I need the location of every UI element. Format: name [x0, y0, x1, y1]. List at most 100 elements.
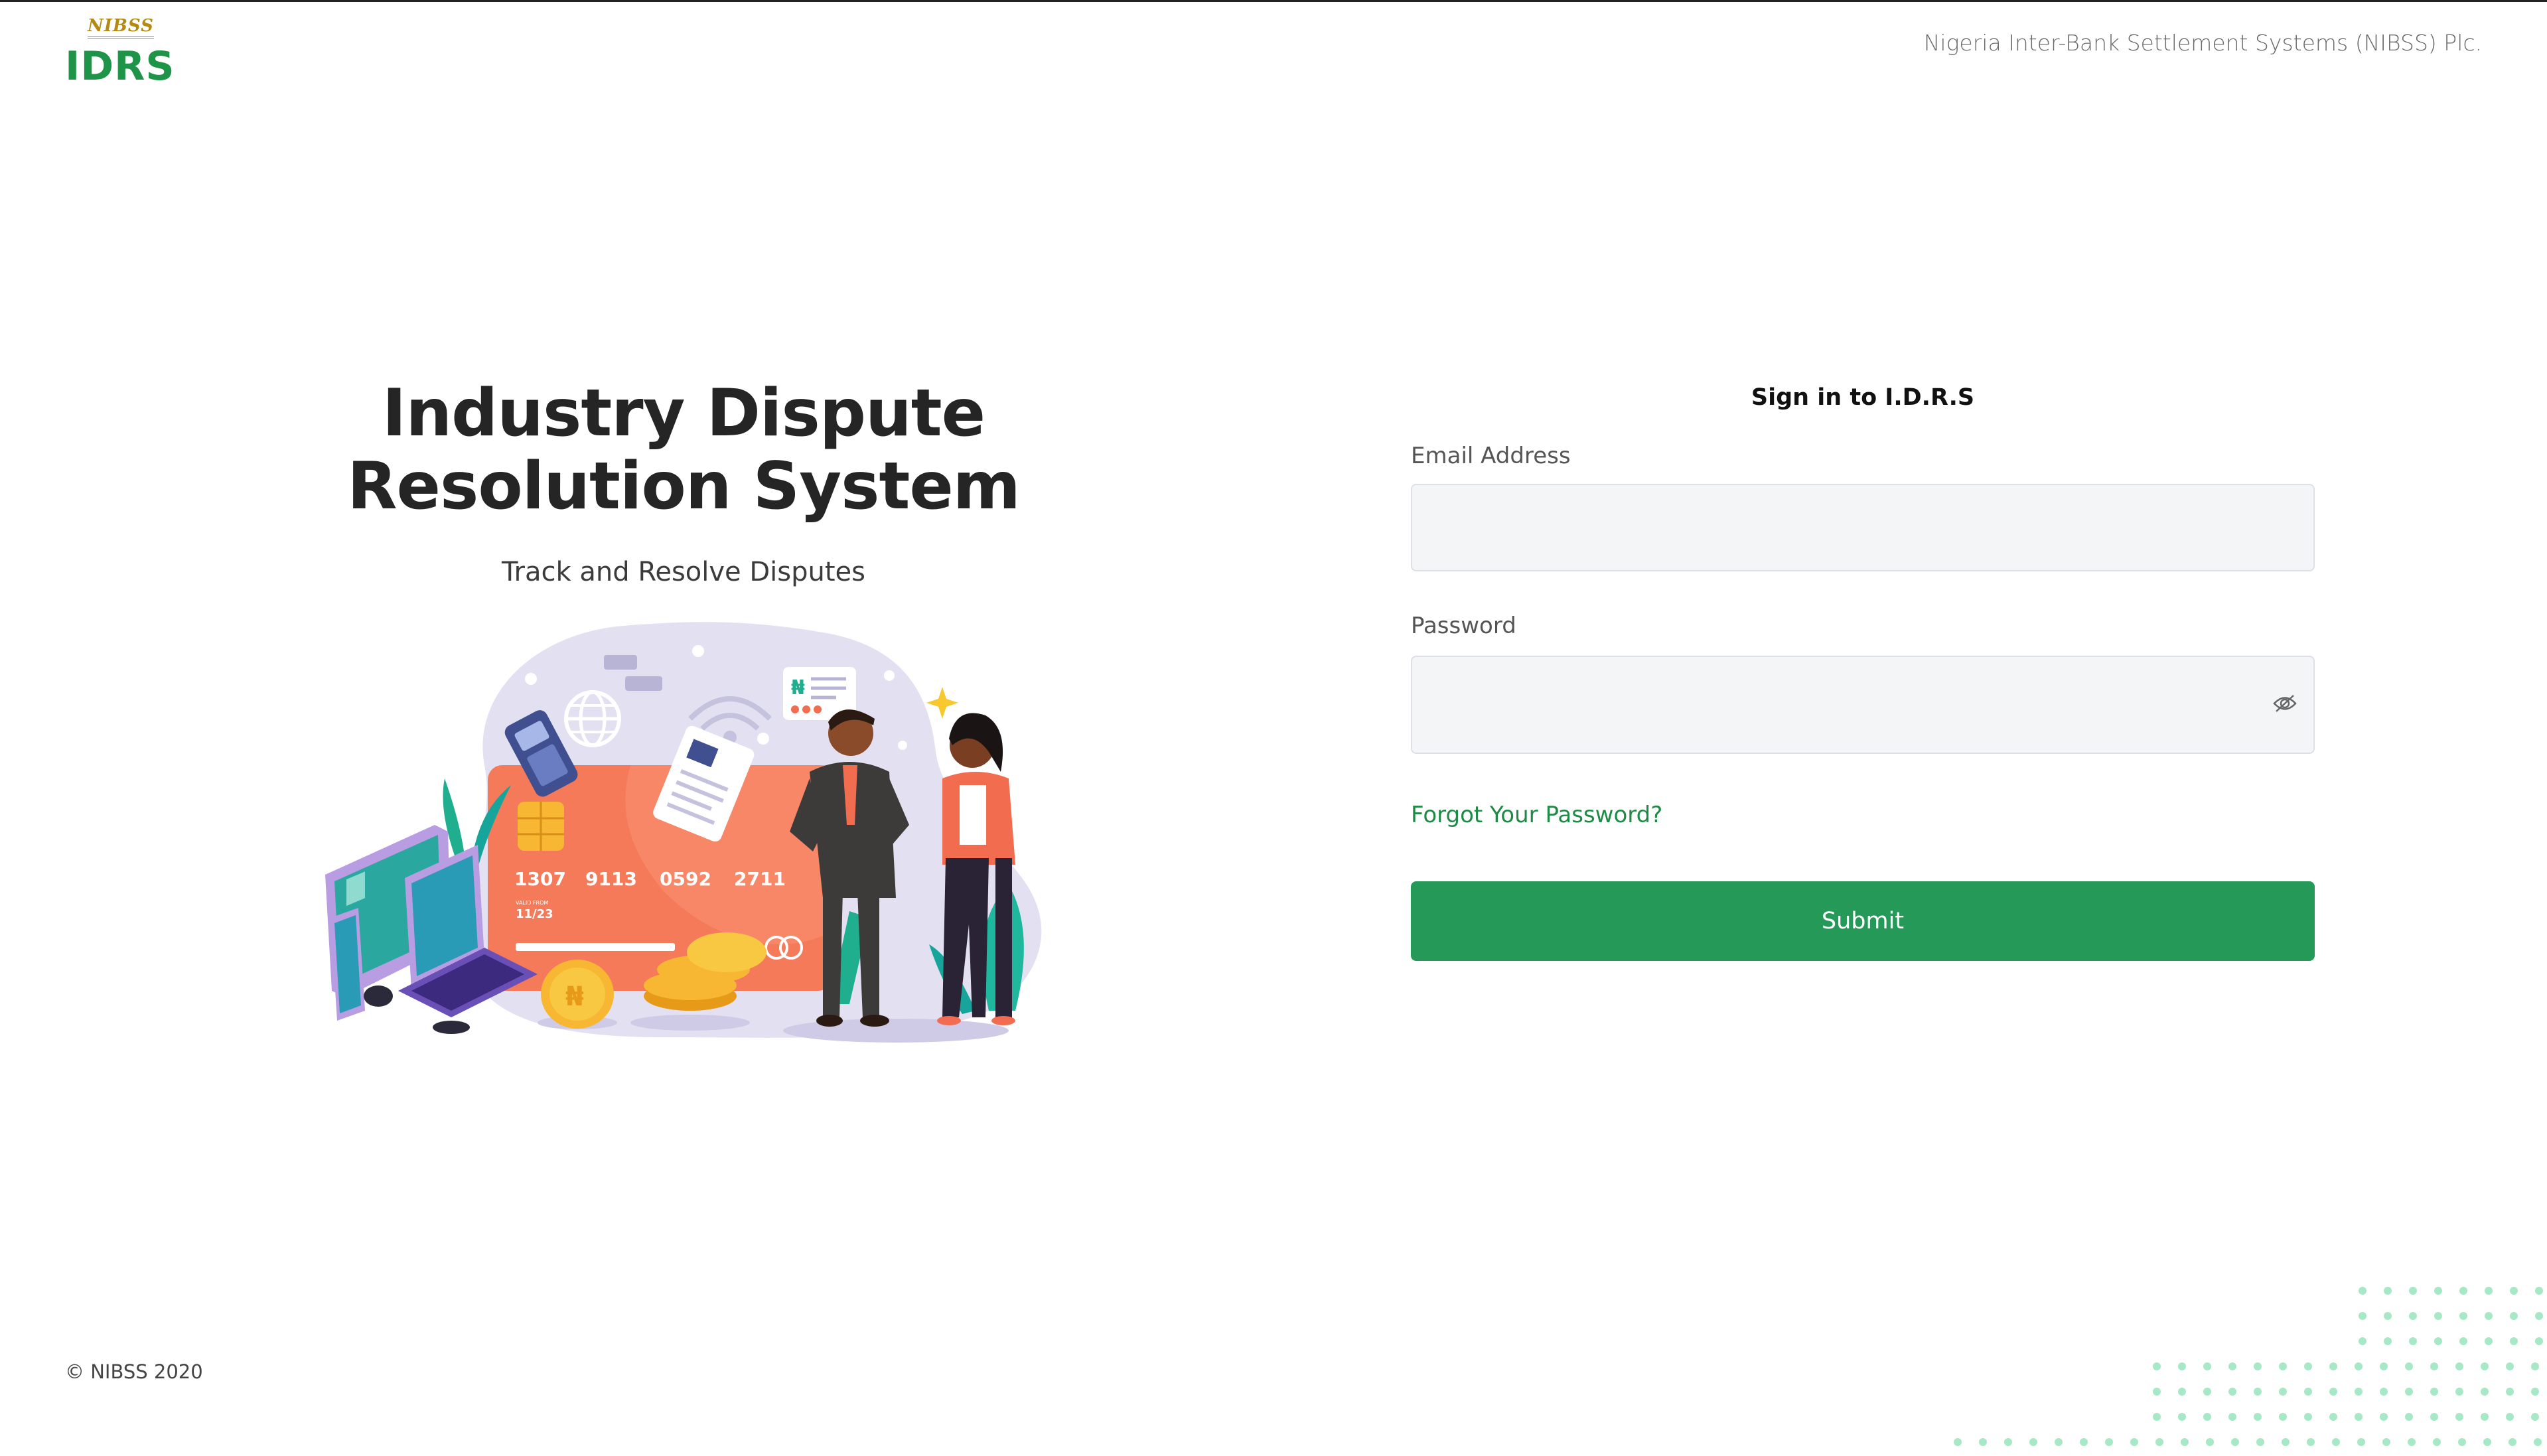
- dot: [2307, 1438, 2315, 1446]
- dot: [2254, 1362, 2262, 1370]
- dot: [2181, 1438, 2189, 1446]
- password-label: Password: [1411, 613, 1516, 639]
- dot: [2409, 1287, 2417, 1295]
- dot: [2055, 1438, 2063, 1446]
- dot: [2380, 1413, 2388, 1421]
- dot: [2304, 1413, 2312, 1421]
- dot: [2485, 1337, 2493, 1345]
- dot: [2153, 1413, 2161, 1421]
- nibss-logo-mark: NIBSS: [88, 15, 154, 38]
- dot: [2384, 1312, 2392, 1320]
- dot: [2304, 1362, 2312, 1370]
- decorative-dots: [1954, 1287, 2543, 1446]
- dot: [2409, 1337, 2417, 1345]
- dot: [2178, 1388, 2186, 1396]
- dot: [2434, 1312, 2442, 1320]
- dot: [2434, 1287, 2442, 1295]
- dot: [2329, 1362, 2337, 1370]
- dot: [2203, 1388, 2211, 1396]
- forgot-password-link[interactable]: Forgot Your Password?: [1411, 802, 1662, 828]
- dot: [2279, 1362, 2287, 1370]
- dot: [2485, 1312, 2493, 1320]
- dot: [2483, 1438, 2491, 1446]
- email-field[interactable]: [1411, 484, 2315, 571]
- dot: [2459, 1287, 2467, 1295]
- dot: [2029, 1438, 2037, 1446]
- dot: [2481, 1413, 2489, 1421]
- hero-title-line-2: Resolution System: [347, 449, 1021, 524]
- dot: [2231, 1438, 2239, 1446]
- dot: [2228, 1388, 2236, 1396]
- dot: [2535, 1312, 2543, 1320]
- dot: [2531, 1388, 2539, 1396]
- svg-text:₦: ₦: [565, 982, 584, 1012]
- dot: [2510, 1312, 2518, 1320]
- login-page: NIBSS IDRS Nigeria Inter-Bank Settlement…: [0, 0, 2547, 1456]
- dot: [2279, 1413, 2287, 1421]
- dot: [1979, 1438, 1987, 1446]
- dot: [2228, 1362, 2236, 1370]
- dot: [2485, 1287, 2493, 1295]
- dot: [2130, 1438, 2138, 1446]
- dot: [2509, 1438, 2516, 1446]
- dot: [2534, 1438, 2542, 1446]
- dot: [2304, 1388, 2312, 1396]
- submit-button[interactable]: Submit: [1411, 881, 2315, 961]
- logo-text: IDRS: [65, 43, 175, 90]
- dot: [2282, 1438, 2290, 1446]
- dot: [2430, 1413, 2438, 1421]
- dot: [1954, 1438, 1962, 1446]
- dot: [2153, 1388, 2161, 1396]
- dot: [2430, 1388, 2438, 1396]
- dot: [2405, 1362, 2413, 1370]
- dot: [2434, 1337, 2442, 1345]
- hero-title: Industry Dispute Resolution System: [285, 377, 1082, 523]
- dot: [2506, 1388, 2514, 1396]
- email-label: Email Address: [1411, 443, 1571, 469]
- dot: [2355, 1413, 2363, 1421]
- dot: [2408, 1438, 2416, 1446]
- dot: [2359, 1337, 2366, 1345]
- payments-illustration: ₦ 1307 9113 0592 2711 VALID FROM 11/23 ₦: [325, 622, 1042, 1043]
- svg-text:2711: 2711: [734, 868, 786, 890]
- dot: [2203, 1413, 2211, 1421]
- dot: [2203, 1362, 2211, 1370]
- dot: [2384, 1287, 2392, 1295]
- dot: [2228, 1413, 2236, 1421]
- dot: [2535, 1337, 2543, 1345]
- dot: [2380, 1362, 2388, 1370]
- dot: [2359, 1287, 2366, 1295]
- dot: [2254, 1413, 2262, 1421]
- dot: [2254, 1388, 2262, 1396]
- password-field[interactable]: [1411, 656, 2315, 754]
- signin-title: Sign in to I.D.R.S: [1751, 384, 1975, 411]
- copyright: © NIBSS 2020: [65, 1360, 203, 1383]
- dot: [2355, 1388, 2363, 1396]
- dot: [2409, 1312, 2417, 1320]
- dot: [2105, 1438, 2113, 1446]
- dot: [2506, 1413, 2514, 1421]
- svg-text:₦: ₦: [791, 676, 805, 699]
- dot: [2531, 1413, 2539, 1421]
- dot: [2329, 1413, 2337, 1421]
- svg-text:11/23: 11/23: [516, 907, 553, 921]
- dot: [2153, 1362, 2161, 1370]
- dot: [2329, 1388, 2337, 1396]
- idrs-logo[interactable]: NIBSS IDRS: [65, 15, 175, 90]
- dot: [2510, 1287, 2518, 1295]
- dot: [2405, 1388, 2413, 1396]
- dot: [2080, 1438, 2088, 1446]
- dot: [2256, 1438, 2264, 1446]
- dot: [2510, 1337, 2518, 1345]
- dot: [2459, 1337, 2467, 1345]
- dot: [2382, 1438, 2390, 1446]
- dot: [2380, 1388, 2388, 1396]
- dot: [2332, 1438, 2340, 1446]
- eye-slash-icon[interactable]: [2272, 693, 2297, 713]
- dot: [2405, 1413, 2413, 1421]
- svg-text:1307: 1307: [514, 868, 566, 890]
- svg-text:0592: 0592: [660, 868, 711, 890]
- dot: [2459, 1312, 2467, 1320]
- dot: [2384, 1337, 2392, 1345]
- dot: [2506, 1362, 2514, 1370]
